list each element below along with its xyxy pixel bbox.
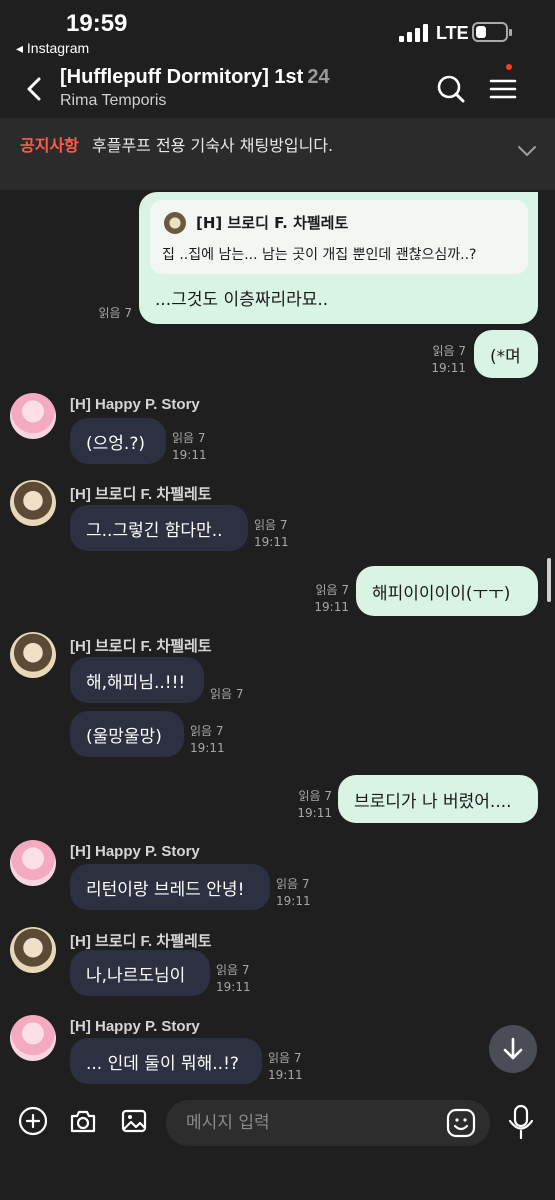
message-text: ...그것도 이층짜리라묘.. xyxy=(155,290,329,310)
chat-subtitle: Rima Temporis xyxy=(60,92,167,109)
timestamp: 19:11 xyxy=(172,448,207,462)
message-bubble-incoming[interactable]: 나,나르도님이 xyxy=(70,950,210,996)
plus-icon[interactable] xyxy=(18,1106,48,1136)
avatar[interactable] xyxy=(10,480,56,526)
emoji-icon[interactable] xyxy=(446,1108,476,1138)
read-count: 읽음 7 xyxy=(254,518,288,532)
message-bubble-incoming[interactable]: ... 인데 둘이 뭐해..!? xyxy=(70,1038,262,1084)
message-text: 리턴이랑 브레드 안녕! xyxy=(86,879,245,900)
sender-name: [H] 브로디 F. 차펠레토 xyxy=(70,486,212,503)
message-meta: 읽음 7 19:11 xyxy=(268,1050,303,1084)
back-icon xyxy=(27,77,41,101)
message-text: 해,해피님..!!! xyxy=(86,672,186,693)
message-bubble-outgoing[interactable]: 해피이이이이(ㅜㅜ) xyxy=(356,566,538,616)
message-text: 해피이이이이(ㅜㅜ) xyxy=(372,583,511,604)
message-bubble-incoming[interactable]: (으엉.?) xyxy=(70,418,166,464)
message-text: ... 인데 둘이 뭐해..!? xyxy=(86,1053,239,1074)
camera-icon[interactable] xyxy=(68,1106,98,1136)
menu-icon xyxy=(489,79,517,99)
network-label: LTE xyxy=(436,23,469,43)
notification-dot xyxy=(506,64,512,70)
read-count: 읽음 7 xyxy=(315,583,349,597)
read-count: 읽음 7 xyxy=(268,1051,302,1065)
avatar xyxy=(164,212,186,234)
timestamp: 19:11 xyxy=(314,600,349,614)
timestamp: 19:11 xyxy=(268,1068,303,1082)
message-input[interactable] xyxy=(166,1100,490,1146)
message-text: (울망울망) xyxy=(86,726,162,747)
sender-name: [H] Happy P. Story xyxy=(70,396,200,413)
search-button[interactable] xyxy=(436,74,466,104)
sender-name: [H] 브로디 F. 차펠레토 xyxy=(70,638,212,655)
message-meta: 읽음 7 19:11 xyxy=(276,876,311,910)
avatar[interactable] xyxy=(10,1015,56,1061)
timestamp: 19:11 xyxy=(276,894,311,908)
notice-banner[interactable]: 공지사항 후플푸프 전용 기숙사 채팅방입니다. xyxy=(0,118,555,190)
message-text: 그..그렇긴 함다만.. xyxy=(86,520,223,541)
message-bubble-incoming[interactable]: 해,해피님..!!! xyxy=(70,657,204,703)
avatar[interactable] xyxy=(10,840,56,886)
chevron-down-icon[interactable] xyxy=(516,144,538,158)
search-icon xyxy=(437,75,465,103)
message-text: 나,나르도님이 xyxy=(86,965,186,986)
timestamp: 19:11 xyxy=(254,535,289,549)
message-text: (으엉.?) xyxy=(86,433,145,454)
message-text: (*며 xyxy=(490,346,521,367)
message-bubble-incoming[interactable]: 그..그렇긴 함다만.. xyxy=(70,505,248,551)
status-bar: 19:59 ◂ Instagram LTE xyxy=(0,0,555,60)
avatar[interactable] xyxy=(10,632,56,678)
read-count: 읽음 7 xyxy=(98,306,132,320)
chat-header: [Hufflepuff Dormitory] 1st 24 Rima Tempor… xyxy=(0,60,555,118)
message-bubble-incoming[interactable]: (울망울망) xyxy=(70,711,184,757)
battery-icon xyxy=(472,22,512,42)
timestamp: 19:11 xyxy=(190,741,225,755)
arrow-down-icon xyxy=(503,1037,523,1060)
reply-quote[interactable]: [H] 브로디 F. 차펠레토 집 ..집에 남는... 남는 곳이 개집 뿐인… xyxy=(150,200,528,274)
message-bubble-outgoing[interactable]: (*며 xyxy=(474,330,538,378)
message-meta: 읽음 7 19:11 xyxy=(172,430,207,464)
notice-label: 공지사항 xyxy=(20,136,79,155)
notice-text: 후플푸프 전용 기숙사 채팅방입니다. xyxy=(92,136,334,155)
read-count: 읽음 7 xyxy=(190,724,224,738)
menu-button[interactable] xyxy=(488,74,518,104)
timestamp: 19:11 xyxy=(216,980,251,994)
avatar[interactable] xyxy=(10,927,56,973)
read-count: 읽음 7 xyxy=(210,687,244,701)
signal-icon xyxy=(399,24,429,42)
chat-title: [Hufflepuff Dormitory] 1st 24 xyxy=(60,66,330,89)
message-meta: 읽음 7 19:11 xyxy=(254,517,289,551)
reply-sender: [H] 브로디 F. 차펠레토 xyxy=(196,214,349,232)
message-meta: 읽음 7 19:11 xyxy=(279,582,349,616)
sender-name: [H] 브로디 F. 차펠레토 xyxy=(70,933,212,950)
back-button[interactable] xyxy=(20,74,50,104)
timestamp: 19:11 xyxy=(297,806,332,820)
clock: 19:59 xyxy=(66,10,128,37)
avatar[interactable] xyxy=(10,393,56,439)
message-meta: 읽음 7 19:11 xyxy=(396,343,466,377)
message-meta: 읽음 7 19:11 xyxy=(216,962,251,996)
read-count: 읽음 7 xyxy=(276,877,310,891)
message-bubble-incoming[interactable]: 리턴이랑 브레드 안녕! xyxy=(70,864,270,910)
timestamp: 19:11 xyxy=(431,361,466,375)
scroll-to-bottom-button[interactable] xyxy=(489,1025,537,1073)
sender-name: [H] Happy P. Story xyxy=(70,843,200,860)
reply-quote-text: 집 ..집에 남는... 남는 곳이 개집 뿐인데 괜찮으심까..? xyxy=(162,247,477,263)
member-count: 24 xyxy=(307,66,330,88)
message-text: 브로디가 나 버렸어.... xyxy=(354,791,512,812)
read-count: 읽음 7 xyxy=(298,789,332,803)
mic-icon[interactable] xyxy=(506,1104,536,1140)
message-bubble-outgoing[interactable]: 브로디가 나 버렸어.... xyxy=(338,775,538,823)
read-count: 읽음 7 xyxy=(216,963,250,977)
chat-title-text: [Hufflepuff Dormitory] 1st xyxy=(60,66,304,88)
message-meta: 읽음 7 19:11 xyxy=(262,788,332,822)
read-count: 읽음 7 xyxy=(172,431,206,445)
image-icon[interactable] xyxy=(119,1106,149,1136)
read-count: 읽음 7 xyxy=(432,344,466,358)
back-to-app-link[interactable]: ◂ Instagram xyxy=(16,40,89,57)
message-meta: 읽음 7 19:11 xyxy=(190,723,225,757)
scrollbar-thumb[interactable] xyxy=(547,558,551,602)
sender-name: [H] Happy P. Story xyxy=(70,1018,200,1035)
composer-bar xyxy=(0,1090,555,1200)
